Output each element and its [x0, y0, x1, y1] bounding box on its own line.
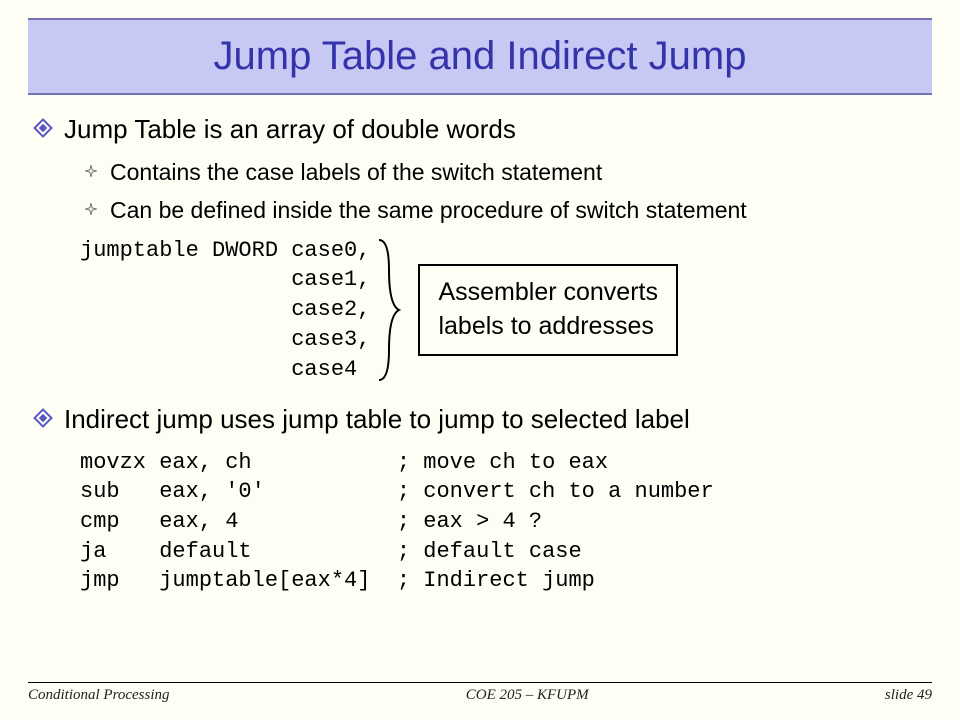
brace-icon	[374, 235, 404, 385]
sub-bullet-list: Contains the case labels of the switch s…	[84, 158, 924, 226]
slide-title: Jump Table and Indirect Jump	[28, 34, 932, 79]
slide-footer: Conditional Processing COE 205 – KFUPM s…	[28, 682, 932, 704]
star-bullet-icon	[84, 164, 98, 178]
annotation-box: Assembler converts labels to addresses	[418, 264, 678, 356]
bullet-item-1: Jump Table is an array of double words	[36, 113, 924, 146]
slide-content: Jump Table is an array of double words C…	[28, 113, 932, 596]
bullet-item-2: Indirect jump uses jump table to jump to…	[36, 403, 924, 436]
bullet-text: Indirect jump uses jump table to jump to…	[64, 403, 690, 436]
sub-bullet-text: Can be defined inside the same procedure…	[110, 196, 747, 225]
bullet-text: Jump Table is an array of double words	[64, 113, 516, 146]
asm-code: movzx eax, ch ; move ch to eax sub eax, …	[80, 448, 924, 596]
annotation-line2: labels to addresses	[438, 310, 658, 344]
footer-right: slide 49	[885, 687, 932, 704]
sub-bullet-text: Contains the case labels of the switch s…	[110, 158, 602, 187]
star-bullet-icon	[84, 202, 98, 216]
jumptable-row: jumptable DWORD case0, case1, case2, cas…	[36, 235, 924, 385]
annotation-line1: Assembler converts	[438, 276, 658, 310]
diamond-bullet-icon	[33, 408, 53, 428]
footer-left: Conditional Processing	[28, 687, 170, 704]
footer-center: COE 205 – KFUPM	[466, 687, 589, 704]
diamond-bullet-icon	[33, 118, 53, 138]
sub-bullet-2: Can be defined inside the same procedure…	[84, 196, 924, 225]
sub-bullet-1: Contains the case labels of the switch s…	[84, 158, 924, 187]
jumptable-code: jumptable DWORD case0, case1, case2, cas…	[80, 236, 370, 384]
slide-title-bar: Jump Table and Indirect Jump	[28, 18, 932, 95]
